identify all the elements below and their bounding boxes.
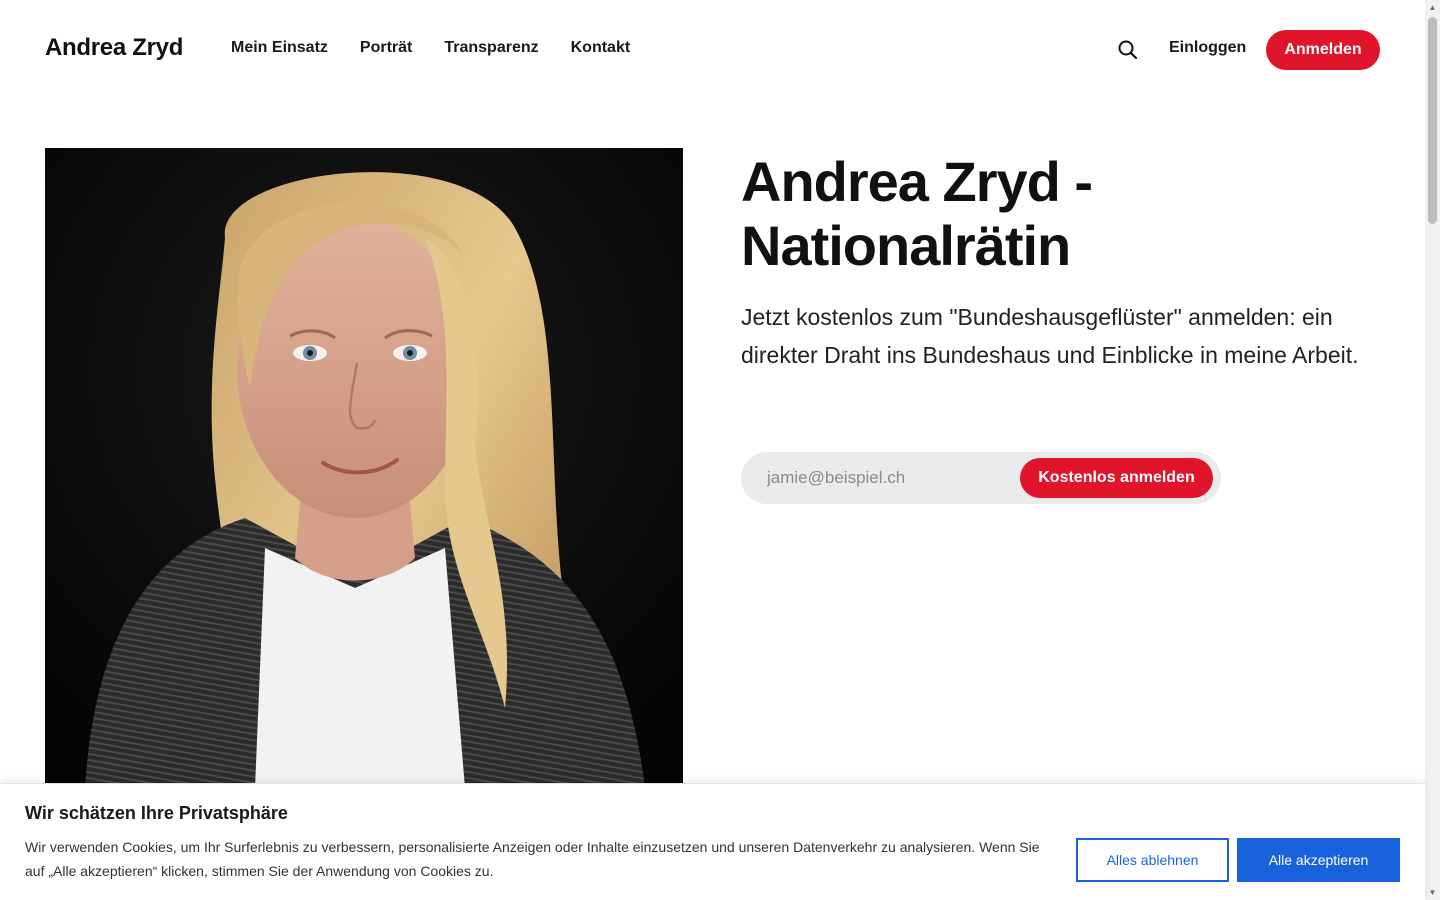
newsletter-submit-button[interactable]: Kostenlos anmelden <box>1020 458 1213 498</box>
nav-item-kontakt[interactable]: Kontakt <box>571 39 631 57</box>
newsletter-form: Kostenlos anmelden <box>741 452 1221 504</box>
accept-all-button[interactable]: Alle akzeptieren <box>1237 838 1400 882</box>
page-scrollbar[interactable]: ▲ ▼ <box>1425 0 1440 900</box>
scrollbar-thumb[interactable] <box>1428 17 1437 224</box>
cookie-title: Wir schätzen Ihre Privatsphäre <box>25 803 288 823</box>
cookie-text: Wir verwenden Cookies, um Ihr Surferlebn… <box>25 839 1040 879</box>
site-header: Andrea Zryd Mein Einsatz Porträt Transpa… <box>0 0 1425 100</box>
reject-all-button[interactable]: Alles ablehnen <box>1076 838 1229 882</box>
scroll-down-arrow-icon[interactable]: ▼ <box>1425 885 1440 900</box>
search-icon[interactable] <box>1117 39 1139 61</box>
nav-item-mein-einsatz[interactable]: Mein Einsatz <box>231 39 328 57</box>
portrait-photo <box>45 148 683 788</box>
cookie-banner: Wir schätzen Ihre Privatsphäre Wir verwe… <box>0 783 1425 900</box>
login-link[interactable]: Einloggen <box>1169 39 1246 57</box>
site-logo[interactable]: Andrea Zryd <box>45 34 183 62</box>
hero-subtitle: Jetzt kostenlos zum "Bundeshausgeflüster… <box>741 304 1359 368</box>
scroll-up-arrow-icon[interactable]: ▲ <box>1425 0 1440 15</box>
signup-button[interactable]: Anmelden <box>1266 30 1380 70</box>
email-input[interactable] <box>765 452 1015 504</box>
main-nav: Mein Einsatz Porträt Transparenz Kontakt <box>231 39 630 57</box>
nav-item-transparenz[interactable]: Transparenz <box>444 39 538 57</box>
nav-item-portraet[interactable]: Porträt <box>360 39 412 57</box>
page-title: Andrea Zryd - Nationalrätin <box>741 150 1093 277</box>
